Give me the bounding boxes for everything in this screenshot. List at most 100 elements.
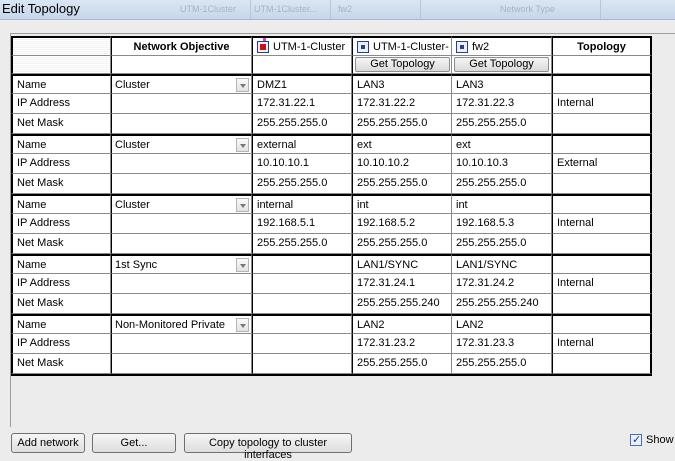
member2-name-cell[interactable]: int [452,194,552,214]
member1-mask-cell[interactable]: 255.255.255.0 [352,114,452,134]
topology-cell[interactable]: Internal [552,274,652,294]
topology-cell[interactable]: Internal [552,334,652,354]
get-topology-button-1[interactable]: Get Topology [355,57,450,72]
network-objective-select[interactable]: Non-Monitored Private [111,314,252,334]
chevron-down-icon[interactable] [236,78,249,92]
network-ip-row: IP Address 10.10.10.1 10.10.10.2 10.10.10.3… [11,154,652,174]
row-label: Net Mask [11,294,111,314]
member2-ip-cell[interactable]: 10.10.10.3 [452,154,552,174]
corner-cell [11,36,111,56]
member1-name-cell[interactable]: LAN3 [352,74,452,94]
cluster-name-cell[interactable]: DMZ1 [252,74,352,94]
cluster-mask-cell[interactable] [252,294,352,314]
network-objective-select[interactable]: Cluster [111,194,252,214]
row-label: IP Address [11,94,111,114]
network-mask-row: Net Mask 255.255.255.0 255.255.255.0 [11,354,652,374]
network-ip-row: IP Address 172.31.24.1 172.31.24.2 Internal [11,274,652,294]
member1-mask-cell[interactable]: 255.255.255.0 [352,234,452,254]
member1-mask-cell[interactable]: 255.255.255.0 [352,354,452,374]
chevron-down-icon[interactable] [236,198,249,212]
network-objective-value: Non-Monitored Private [115,319,226,331]
row-label: Name [11,254,111,274]
member-header-cluster[interactable]: UTM-1-Cluster [252,36,352,56]
row-label: Name [11,74,111,94]
member1-name-cell[interactable]: LAN1/SYNC [352,254,452,274]
member1-ip-cell[interactable]: 172.31.24.1 [352,274,452,294]
member-header-2[interactable]: fw2 [452,36,552,56]
member1-ip-cell[interactable]: 192.168.5.2 [352,214,452,234]
network-objective-select[interactable]: 1st Sync [111,254,252,274]
cluster-name-cell[interactable]: internal [252,194,352,214]
network-objective-value: Cluster [115,79,150,91]
get-topology-row: Get Topology Get Topology [11,56,652,74]
checkbox-checked-icon[interactable] [630,433,642,446]
topology-header[interactable]: Topology [552,36,652,56]
chevron-down-icon[interactable] [236,258,249,272]
member-header-1[interactable]: UTM-1-Cluster- [352,36,452,56]
get-button[interactable]: Get... [92,433,176,453]
member1-name-cell[interactable]: ext [352,134,452,154]
network-objective-select[interactable]: Cluster [111,74,252,94]
member2-name-cell[interactable]: LAN1/SYNC [452,254,552,274]
member-name: UTM-1-Cluster- [373,41,449,53]
member2-mask-cell[interactable]: 255.255.255.0 [452,234,552,254]
row-label: IP Address [11,274,111,294]
cluster-mask-cell[interactable]: 255.255.255.0 [252,234,352,254]
network-objective-header[interactable]: Network Objective [111,36,252,56]
network-objective-select[interactable]: Cluster [111,134,252,154]
background-column-label: UTM-1Cluster... [254,4,318,14]
cluster-name-cell[interactable] [252,254,352,274]
cluster-ip-cell[interactable]: 172.31.22.1 [252,94,352,114]
cluster-mask-cell[interactable]: 255.255.255.0 [252,174,352,194]
member2-ip-cell[interactable]: 172.31.22.3 [452,94,552,114]
member1-ip-cell[interactable]: 172.31.22.2 [352,94,452,114]
gateway-icon [357,41,369,53]
member1-name-cell[interactable]: int [352,194,452,214]
cluster-icon [257,41,269,53]
member1-ip-cell[interactable]: 10.10.10.2 [352,154,452,174]
cluster-ip-cell[interactable] [252,274,352,294]
member2-name-cell[interactable]: LAN2 [452,314,552,334]
network-objective-value: Cluster [115,199,150,211]
row-label: IP Address [11,334,111,354]
member1-name-cell[interactable]: LAN2 [352,314,452,334]
cluster-name-cell[interactable]: external [252,134,352,154]
network-mask-row: Net Mask 255.255.255.240 255.255.255.240 [11,294,652,314]
cluster-name-cell[interactable] [252,314,352,334]
chevron-down-icon[interactable] [236,138,249,152]
member2-name-cell[interactable]: ext [452,134,552,154]
background-column-label: UTM-1Cluster [180,4,237,14]
topology-cell[interactable]: Internal [552,94,652,114]
member-name: fw2 [472,41,490,53]
member2-name-cell[interactable]: LAN3 [452,74,552,94]
topology-cell[interactable]: Internal [552,214,652,234]
member2-ip-cell[interactable]: 172.31.24.2 [452,274,552,294]
member2-ip-cell[interactable]: 172.31.23.3 [452,334,552,354]
network-objective-value: 1st Sync [115,259,158,271]
member1-ip-cell[interactable]: 172.31.23.2 [352,334,452,354]
member2-mask-cell[interactable]: 255.255.255.0 [452,114,552,134]
row-label: Net Mask [11,174,111,194]
cluster-mask-cell[interactable] [252,354,352,374]
member1-mask-cell[interactable]: 255.255.255.0 [352,174,452,194]
chevron-down-icon[interactable] [236,318,249,332]
network-name-row: Name 1st Sync LAN1/SYNC LAN1/SYNC [11,254,652,274]
row-label: Name [11,194,111,214]
cluster-ip-cell[interactable] [252,334,352,354]
copy-topology-button[interactable]: Copy topology to cluster interfaces [184,433,352,461]
cluster-mask-cell[interactable]: 255.255.255.0 [252,114,352,134]
member2-ip-cell[interactable]: 192.168.5.3 [452,214,552,234]
cluster-ip-cell[interactable]: 192.168.5.1 [252,214,352,234]
network-ip-row: IP Address 172.31.22.1 172.31.22.2 172.31.2… [11,94,652,114]
get-topology-button-2[interactable]: Get Topology [454,57,549,72]
network-name-row: Name Cluster external ext ext [11,134,652,154]
member2-mask-cell[interactable]: 255.255.255.0 [452,174,552,194]
network-name-row: Name Non-Monitored Private LAN2 LAN2 [11,314,652,334]
member2-mask-cell[interactable]: 255.255.255.0 [452,354,552,374]
topology-cell[interactable]: External [552,154,652,174]
network-objective-value: Cluster [115,139,150,151]
member1-mask-cell[interactable]: 255.255.255.240 [352,294,452,314]
member2-mask-cell[interactable]: 255.255.255.240 [452,294,552,314]
cluster-ip-cell[interactable]: 10.10.10.1 [252,154,352,174]
add-network-button[interactable]: Add network [11,433,85,453]
